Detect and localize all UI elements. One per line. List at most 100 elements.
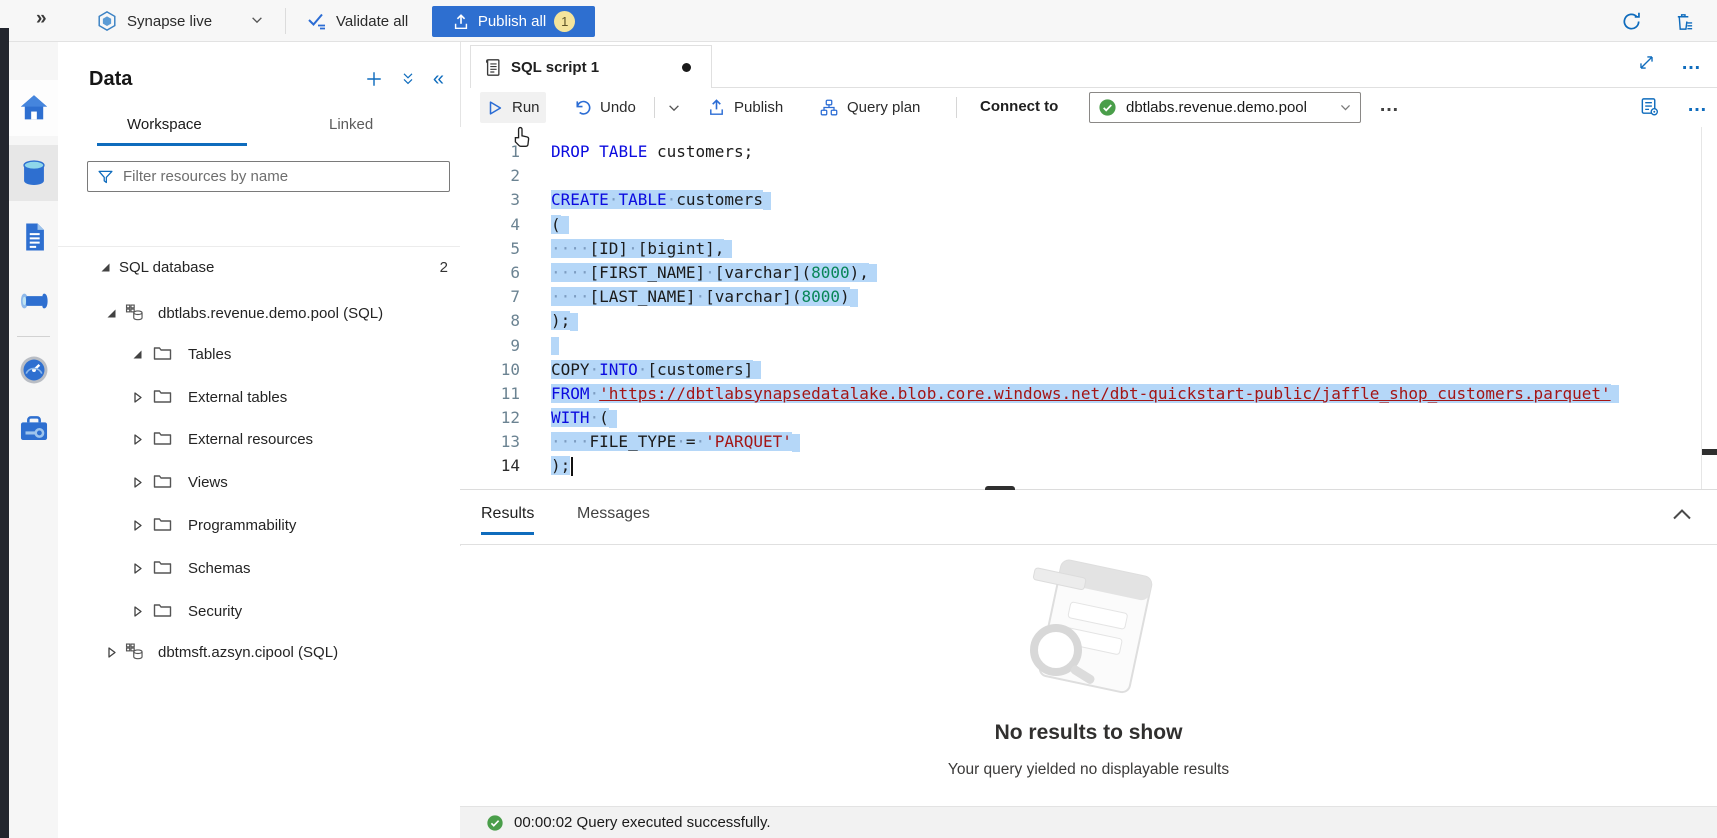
run-play-icon [486, 99, 504, 117]
query-plan-button[interactable]: Query plan [813, 92, 926, 123]
pool-dropdown[interactable]: dbtlabs.revenue.demo.pool [1089, 92, 1361, 123]
results-header: Results Messages [460, 490, 1717, 545]
toolbar-more-icon[interactable]: … [1379, 100, 1400, 110]
code-line-4: 4( [460, 213, 1717, 237]
editor-tabstrip: SQL script 1 … [461, 42, 1717, 88]
tree-item-external-tables[interactable]: External tables [58, 379, 460, 415]
twisty-collapsed-icon[interactable] [131, 519, 144, 532]
mouse-cursor [512, 126, 532, 148]
tree-item-label: Schemas [188, 560, 251, 577]
mode-label: Synapse live [127, 13, 212, 30]
sql-pool-icon [125, 304, 145, 322]
folder-icon [153, 473, 173, 491]
publish-all-button[interactable]: Publish all 1 [432, 6, 595, 37]
sidebar-item-integrate[interactable] [9, 273, 58, 329]
tab-title: SQL script 1 [511, 59, 599, 76]
twisty-collapsed-icon[interactable] [131, 433, 144, 446]
validate-all-label: Validate all [336, 13, 408, 30]
validate-all-button[interactable]: Validate all [306, 0, 408, 42]
undo-dropdown-chevron[interactable] [661, 92, 687, 123]
synapse-logo-icon [96, 10, 118, 32]
tree-item-label: Programmability [188, 517, 296, 534]
tree-item-tables[interactable]: Tables [58, 336, 460, 372]
chevron-down-icon[interactable] [250, 13, 264, 27]
tab-sql-script-1[interactable]: SQL script 1 [470, 45, 712, 88]
tab-more-icon[interactable]: … [1681, 58, 1702, 68]
item-count: 2 [440, 259, 448, 276]
sidebar-item-manage[interactable] [9, 400, 58, 456]
sql-pool-icon [125, 643, 145, 661]
code-editor[interactable]: 1DROP TABLE customers;23CREATE·TABLE·cus… [460, 127, 1717, 489]
integrate-icon [17, 284, 51, 318]
sidebar-item-data[interactable] [9, 145, 58, 201]
tree-item-dbtlabs-revenue-demo-pool-sql[interactable]: dbtlabs.revenue.demo.pool (SQL) [58, 295, 460, 331]
twisty-collapsed-icon[interactable] [105, 646, 118, 659]
code-line-6: 6····[FIRST_NAME]·[varchar](8000), [460, 261, 1717, 285]
nav-rail [9, 42, 58, 838]
refresh-icon[interactable] [1621, 11, 1642, 32]
tree-item-sql-database[interactable]: SQL database2 [58, 249, 460, 285]
properties-icon[interactable] [1639, 96, 1660, 117]
code-line-9: 9 [460, 334, 1717, 358]
folder-icon [153, 430, 173, 448]
undo-button[interactable]: Undo [567, 92, 642, 123]
unsaved-dot [682, 63, 691, 72]
scrollbar-cursor-mark[interactable] [1702, 449, 1717, 455]
sidebar-item-home[interactable] [9, 80, 58, 136]
synapse-live-selector[interactable]: Synapse live [96, 0, 212, 42]
code-line-7: 7····[LAST_NAME]·[varchar](8000) [460, 285, 1717, 309]
code-line-11: 11FROM·'https://dbtlabsynapsedatalake.bl… [460, 382, 1717, 406]
tree-item-views[interactable]: Views [58, 464, 460, 500]
publish-all-label: Publish all [478, 13, 546, 30]
twisty-expanded-icon[interactable] [131, 348, 144, 361]
tree-item-external-resources[interactable]: External resources [58, 421, 460, 457]
editor-scrollbar-track[interactable] [1701, 127, 1702, 489]
collapse-results-chevron-icon[interactable] [1671, 506, 1693, 522]
tree-item-label: External tables [188, 389, 287, 406]
publish-up-icon [707, 98, 726, 117]
publish-label: Publish [734, 99, 783, 116]
tab-messages[interactable]: Messages [577, 505, 650, 532]
twisty-expanded-icon[interactable] [105, 307, 118, 320]
no-results-illustration [994, 558, 1184, 698]
code-line-5: 5····[ID]·[bigint], [460, 237, 1717, 261]
code-line-12: 12WITH·( [460, 406, 1717, 430]
tree-item-security[interactable]: Security [58, 593, 460, 629]
chevron-down-icon [667, 101, 681, 115]
expand-nav-icon[interactable]: » [36, 8, 47, 30]
discard-trash-icon[interactable] [1674, 11, 1695, 32]
twisty-collapsed-icon[interactable] [131, 391, 144, 404]
run-button[interactable]: Run [480, 92, 546, 123]
publish-button[interactable]: Publish [701, 92, 789, 123]
twisty-expanded-icon[interactable] [99, 261, 112, 274]
tree-item-label: dbtlabs.revenue.demo.pool (SQL) [158, 305, 383, 322]
status-bar: 00:00:02 Query executed successfully. [460, 806, 1717, 838]
tab-results[interactable]: Results [481, 505, 534, 535]
code-line-8: 8); [460, 309, 1717, 333]
tree-item-programmability[interactable]: Programmability [58, 507, 460, 543]
resource-tree: SQL database2 dbtlabs.revenue.demo.pool (… [58, 42, 460, 838]
tree-item-schemas[interactable]: Schemas [58, 550, 460, 586]
twisty-collapsed-icon[interactable] [131, 476, 144, 489]
text-caret [571, 457, 573, 476]
sidebar-item-monitor[interactable] [9, 342, 58, 398]
sidebar-item-develop[interactable] [9, 209, 58, 265]
left-edge-strip [0, 28, 9, 838]
top-bar: » Synapse live Validate all Publish all … [0, 0, 1717, 42]
folder-icon [153, 516, 173, 534]
sql-script-icon [484, 57, 502, 78]
toolbar-right-more-icon[interactable]: … [1687, 100, 1708, 110]
topbar-divider [285, 8, 286, 34]
twisty-collapsed-icon[interactable] [131, 605, 144, 618]
publish-count-badge: 1 [554, 11, 575, 32]
twisty-collapsed-icon[interactable] [131, 562, 144, 575]
folder-icon [153, 602, 173, 620]
chevron-down-icon [1339, 101, 1352, 114]
connected-check-icon [1098, 98, 1117, 117]
connect-to-label: Connect to [980, 98, 1058, 115]
expand-editor-icon[interactable] [1638, 54, 1655, 71]
results-empty-state: No results to show Your query yielded no… [460, 546, 1717, 806]
undo-icon [573, 98, 592, 117]
tree-item-dbtmsft-azsyn-cipool-sql[interactable]: dbtmsft.azsyn.cipool (SQL) [58, 634, 460, 670]
code-line-2: 2 [460, 164, 1717, 188]
